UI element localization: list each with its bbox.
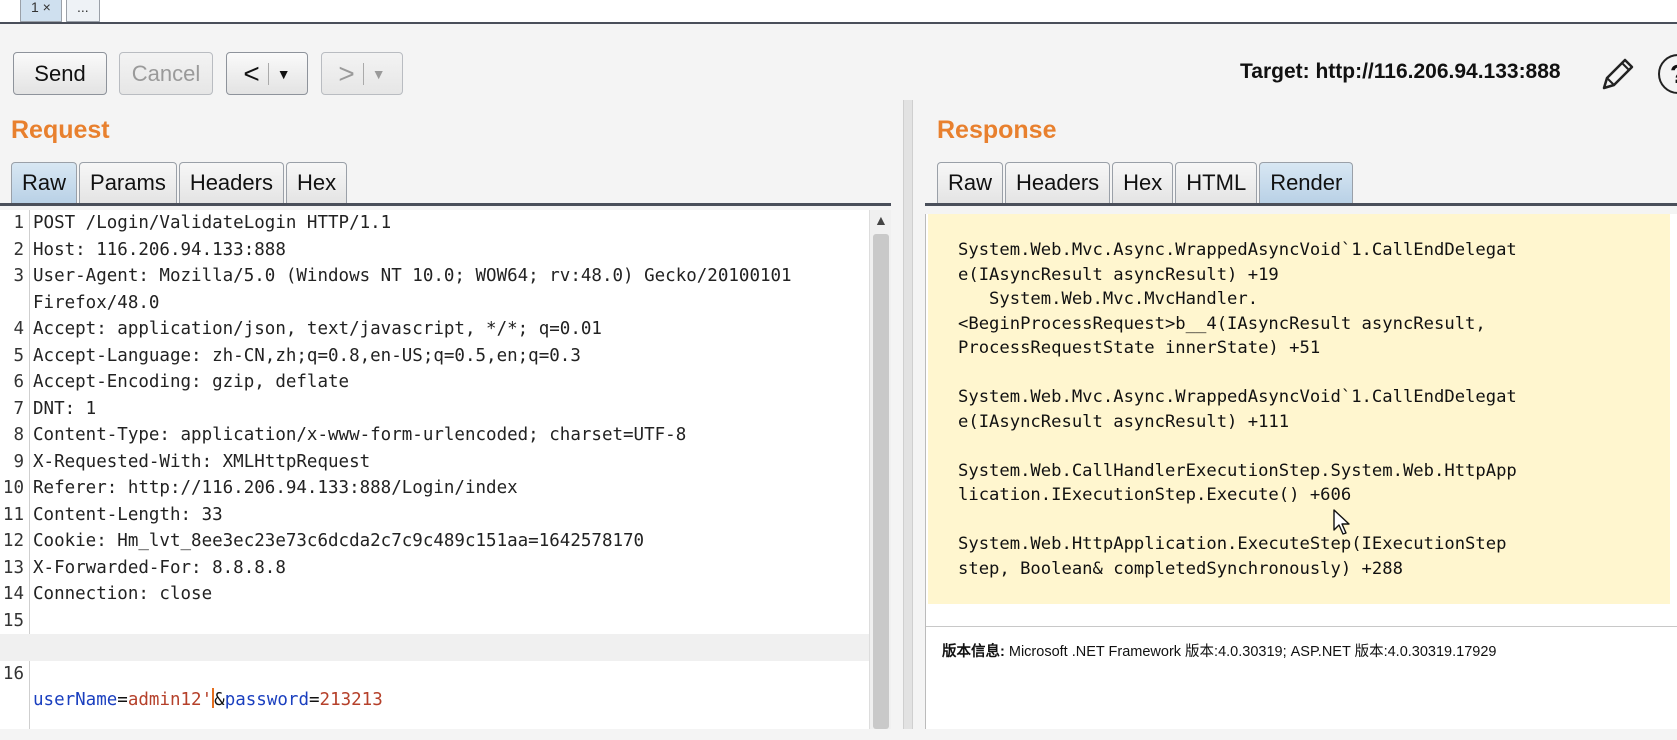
request-line[interactable]: 5 Accept-Language: zh-CN,zh;q=0.8,en-US;q… (0, 343, 870, 370)
request-line[interactable]: 6 Accept-Encoding: gzip, deflate (0, 369, 870, 396)
line-number: 6 (13, 372, 24, 392)
line-number: 15 (2, 610, 24, 631)
request-body-line[interactable]: 16 userName=admin12' &password=213213 (0, 634, 870, 710)
request-line-text[interactable]: User-Agent: Mozilla/5.0 (Windows NT 10.0… (33, 263, 792, 290)
request-line-text[interactable]: Host: 116.206.94.133:888 (33, 237, 286, 264)
request-tab-underline (0, 203, 891, 206)
stack-trace: System.Web.Mvc.Async.WrappedAsyncVoid`1.… (958, 240, 1517, 579)
line-number: 2 (13, 239, 24, 260)
request-line-text[interactable]: Accept-Encoding: gzip, deflate (33, 369, 349, 396)
param-value-password: 213213 (319, 690, 383, 710)
target-label: Target: http://116.206.94.133:888 (1240, 60, 1561, 83)
tab-hex[interactable]: Hex (285, 162, 348, 203)
repeater-tab-more[interactable]: ... (66, 0, 100, 22)
request-line-text[interactable]: X-Forwarded-For: 8.8.8.8 (33, 555, 286, 582)
line-number: 14 (2, 584, 24, 604)
request-line-text[interactable]: Referer: http://116.206.94.133:888/Login… (33, 475, 518, 502)
request-line-text[interactable]: Accept: application/json, text/javascrip… (33, 316, 602, 343)
request-line-text[interactable]: POST /Login/ValidateLogin HTTP/1.1 (33, 210, 391, 237)
line-number: 3 (13, 266, 24, 286)
param-name-username: userName (33, 690, 118, 710)
request-line[interactable]: 10 Referer: http://116.206.94.133:888/Log… (0, 475, 870, 502)
divider (926, 626, 1677, 627)
request-line-text[interactable]: Cookie: Hm_lvt_8ee3ec23e73c6dcda2c7c9c48… (33, 528, 644, 555)
request-line[interactable]: 3 User-Agent: Mozilla/5.0 (Windows NT 10.… (0, 263, 870, 290)
request-editor[interactable]: 1 POST /Login/ValidateLogin HTTP/1.1 2 Host… (0, 210, 891, 729)
request-line-text[interactable]: Accept-Language: zh-CN,zh;q=0.8,en-US;q=… (33, 343, 581, 370)
request-tabs: Raw Params Headers Hex (11, 162, 349, 203)
line-number: 12 (2, 531, 24, 551)
request-line[interactable]: 9 X-Requested-With: XMLHttpRequest (0, 449, 870, 476)
request-line[interactable]: 15 (0, 608, 870, 635)
line-number: 16 (2, 663, 24, 684)
split-divider (267, 62, 269, 85)
forward-arrow-icon: > (338, 57, 355, 89)
request-line-text[interactable]: Firefox/48.0 (33, 290, 159, 317)
repeater-tab-1[interactable]: 1 × (20, 0, 62, 22)
pane-splitter[interactable] (903, 100, 913, 729)
stack-trace-box: System.Web.Mvc.Async.WrappedAsyncVoid`1.… (928, 214, 1670, 604)
pencil-icon[interactable] (1598, 54, 1638, 94)
line-number: 4 (13, 319, 24, 339)
scroll-up-icon[interactable]: ▲ (874, 212, 888, 228)
tab-hex[interactable]: Hex (1112, 162, 1174, 203)
tab-headers[interactable]: Headers (178, 162, 284, 203)
request-line[interactable]: 7 DNT: 1 (0, 396, 870, 423)
response-tab-underline (925, 203, 1677, 206)
response-title: Response (937, 116, 1057, 144)
line-number: 13 (2, 557, 24, 578)
request-line[interactable]: 4 Accept: application/json, text/javascri… (0, 316, 870, 343)
tab-render[interactable]: Render (1259, 162, 1354, 203)
line-number: 1 (13, 213, 24, 233)
request-line-text[interactable]: DNT: 1 (33, 396, 96, 423)
forward-button[interactable]: > ▼ (321, 52, 403, 95)
param-value-username: admin12' (127, 690, 213, 710)
request-line[interactable]: 12 Cookie: Hm_lvt_8ee3ec23e73c6dcda2c7c9c… (0, 528, 870, 555)
line-number: 8 (13, 425, 24, 445)
tab-raw[interactable]: Raw (11, 162, 78, 203)
line-number: 11 (2, 504, 24, 525)
send-button[interactable]: Send (13, 52, 107, 95)
request-line-text[interactable]: Content-Type: application/x-www-form-url… (33, 422, 686, 449)
param-name-password: password (224, 690, 309, 710)
request-line[interactable]: 11 Content-Length: 33 (0, 502, 870, 529)
tab-headers[interactable]: Headers (1005, 162, 1111, 203)
line-number: 9 (13, 451, 24, 472)
line-number: 7 (13, 398, 24, 419)
request-scrollbar[interactable]: ▲ (869, 210, 891, 729)
mouse-pointer-icon (1333, 509, 1350, 535)
chevron-down-icon[interactable]: ▼ (372, 66, 386, 82)
response-tabs: Raw Headers Hex HTML Render (937, 162, 1355, 203)
line-number: 10 (2, 478, 24, 498)
help-icon[interactable]: ? (1658, 54, 1677, 94)
request-line[interactable]: 13 X-Forwarded-For: 8.8.8.8 (0, 555, 870, 582)
scrollbar-thumb[interactable] (873, 234, 889, 729)
top-tab-strip: 1 × ... (0, 0, 1677, 24)
tab-raw[interactable]: Raw (937, 162, 1004, 203)
request-line[interactable]: 8 Content-Type: application/x-www-form-ur… (0, 422, 870, 449)
version-text: Microsoft .NET Framework 版本:4.0.30319; A… (1008, 644, 1497, 660)
tab-params[interactable]: Params (79, 162, 177, 203)
request-line[interactable]: Firefox/48.0 (0, 290, 870, 317)
version-label: 版本信息: (942, 644, 1005, 660)
request-title: Request (11, 116, 110, 144)
back-button[interactable]: < ▼ (226, 52, 308, 95)
request-line[interactable]: 2 Host: 116.206.94.133:888 (0, 237, 870, 264)
request-line-text[interactable]: Connection: close (33, 581, 212, 608)
request-body[interactable]: userName=admin12' &password=213213 (33, 687, 383, 714)
version-info: 版本信息: Microsoft .NET Framework 版本:4.0.30… (942, 640, 1496, 661)
back-arrow-icon: < (243, 57, 260, 89)
split-divider (362, 62, 364, 85)
tab-html[interactable]: HTML (1175, 162, 1258, 203)
chevron-down-icon[interactable]: ▼ (277, 66, 291, 82)
response-render-view: System.Web.Mvc.Async.WrappedAsyncVoid`1.… (925, 214, 1677, 729)
line-number: 5 (13, 345, 24, 366)
request-line-text[interactable]: Content-Length: 33 (33, 502, 223, 529)
request-line[interactable]: 14 Connection: close (0, 581, 870, 608)
request-line[interactable]: 1 POST /Login/ValidateLogin HTTP/1.1 (0, 210, 870, 237)
cancel-button[interactable]: Cancel (119, 52, 213, 95)
request-line-text[interactable]: X-Requested-With: XMLHttpRequest (33, 449, 370, 476)
